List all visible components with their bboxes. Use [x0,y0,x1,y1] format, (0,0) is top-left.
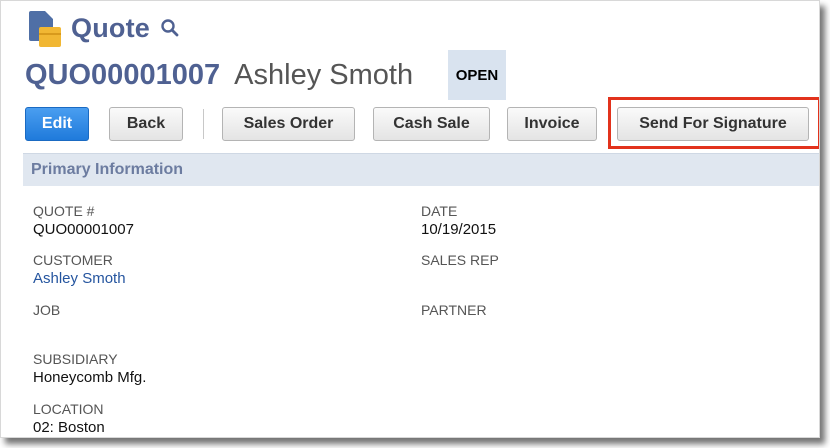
field-sales-rep: SALES REP [421,252,499,270]
field-value: Honeycomb Mfg. [33,369,147,386]
field-location: LOCATION 02: Boston [33,401,105,437]
cash-sale-button[interactable]: Cash Sale [373,107,490,141]
app-window: Quote QUO00001007 Ashley Smoth OPEN Edit… [0,0,820,438]
field-value: 10/19/2015 [421,221,497,238]
search-icon[interactable] [160,18,180,38]
record-number: QUO00001007 [25,59,221,91]
field-value: 02: Boston [33,419,105,436]
section-title: Primary Information [31,161,184,178]
highlight-box [608,97,819,149]
edit-button[interactable]: Edit [25,107,89,141]
field-subsidiary: SUBSIDIARY Honeycomb Mfg. [33,351,146,387]
toolbar-divider [203,109,204,139]
back-button[interactable]: Back [109,107,183,141]
field-quote-number: QUOTE # QUO00001007 [33,203,134,239]
field-value: QUO00001007 [33,221,134,238]
field-label: SUBSIDIARY [33,351,118,367]
status-badge: OPEN [448,50,506,100]
quote-record-icon [27,9,63,47]
field-label: LOCATION [33,401,104,417]
field-partner: PARTNER [421,302,487,320]
field-label: JOB [33,302,61,318]
field-label: PARTNER [421,302,487,318]
field-customer: CUSTOMER Ashley Smoth [33,252,126,288]
field-date: DATE 10/19/2015 [421,203,496,239]
field-label: DATE [421,203,458,219]
page-title: Quote [71,12,150,43]
action-toolbar: Edit Back Sales Order Cash Sale Invoice … [25,97,819,149]
field-label: SALES REP [421,252,499,268]
field-label: CUSTOMER [33,252,113,268]
record-title: QUO00001007 Ashley Smoth [25,59,413,92]
field-label: QUOTE # [33,203,95,219]
section-header-primary-information[interactable]: Primary Information [23,153,819,186]
page-header: Quote [27,9,180,47]
invoice-button[interactable]: Invoice [507,107,597,141]
customer-link[interactable]: Ashley Smoth [33,270,126,288]
sales-order-button[interactable]: Sales Order [222,107,355,141]
record-customer-name: Ashley Smoth [234,59,414,91]
field-job: JOB [33,302,60,320]
